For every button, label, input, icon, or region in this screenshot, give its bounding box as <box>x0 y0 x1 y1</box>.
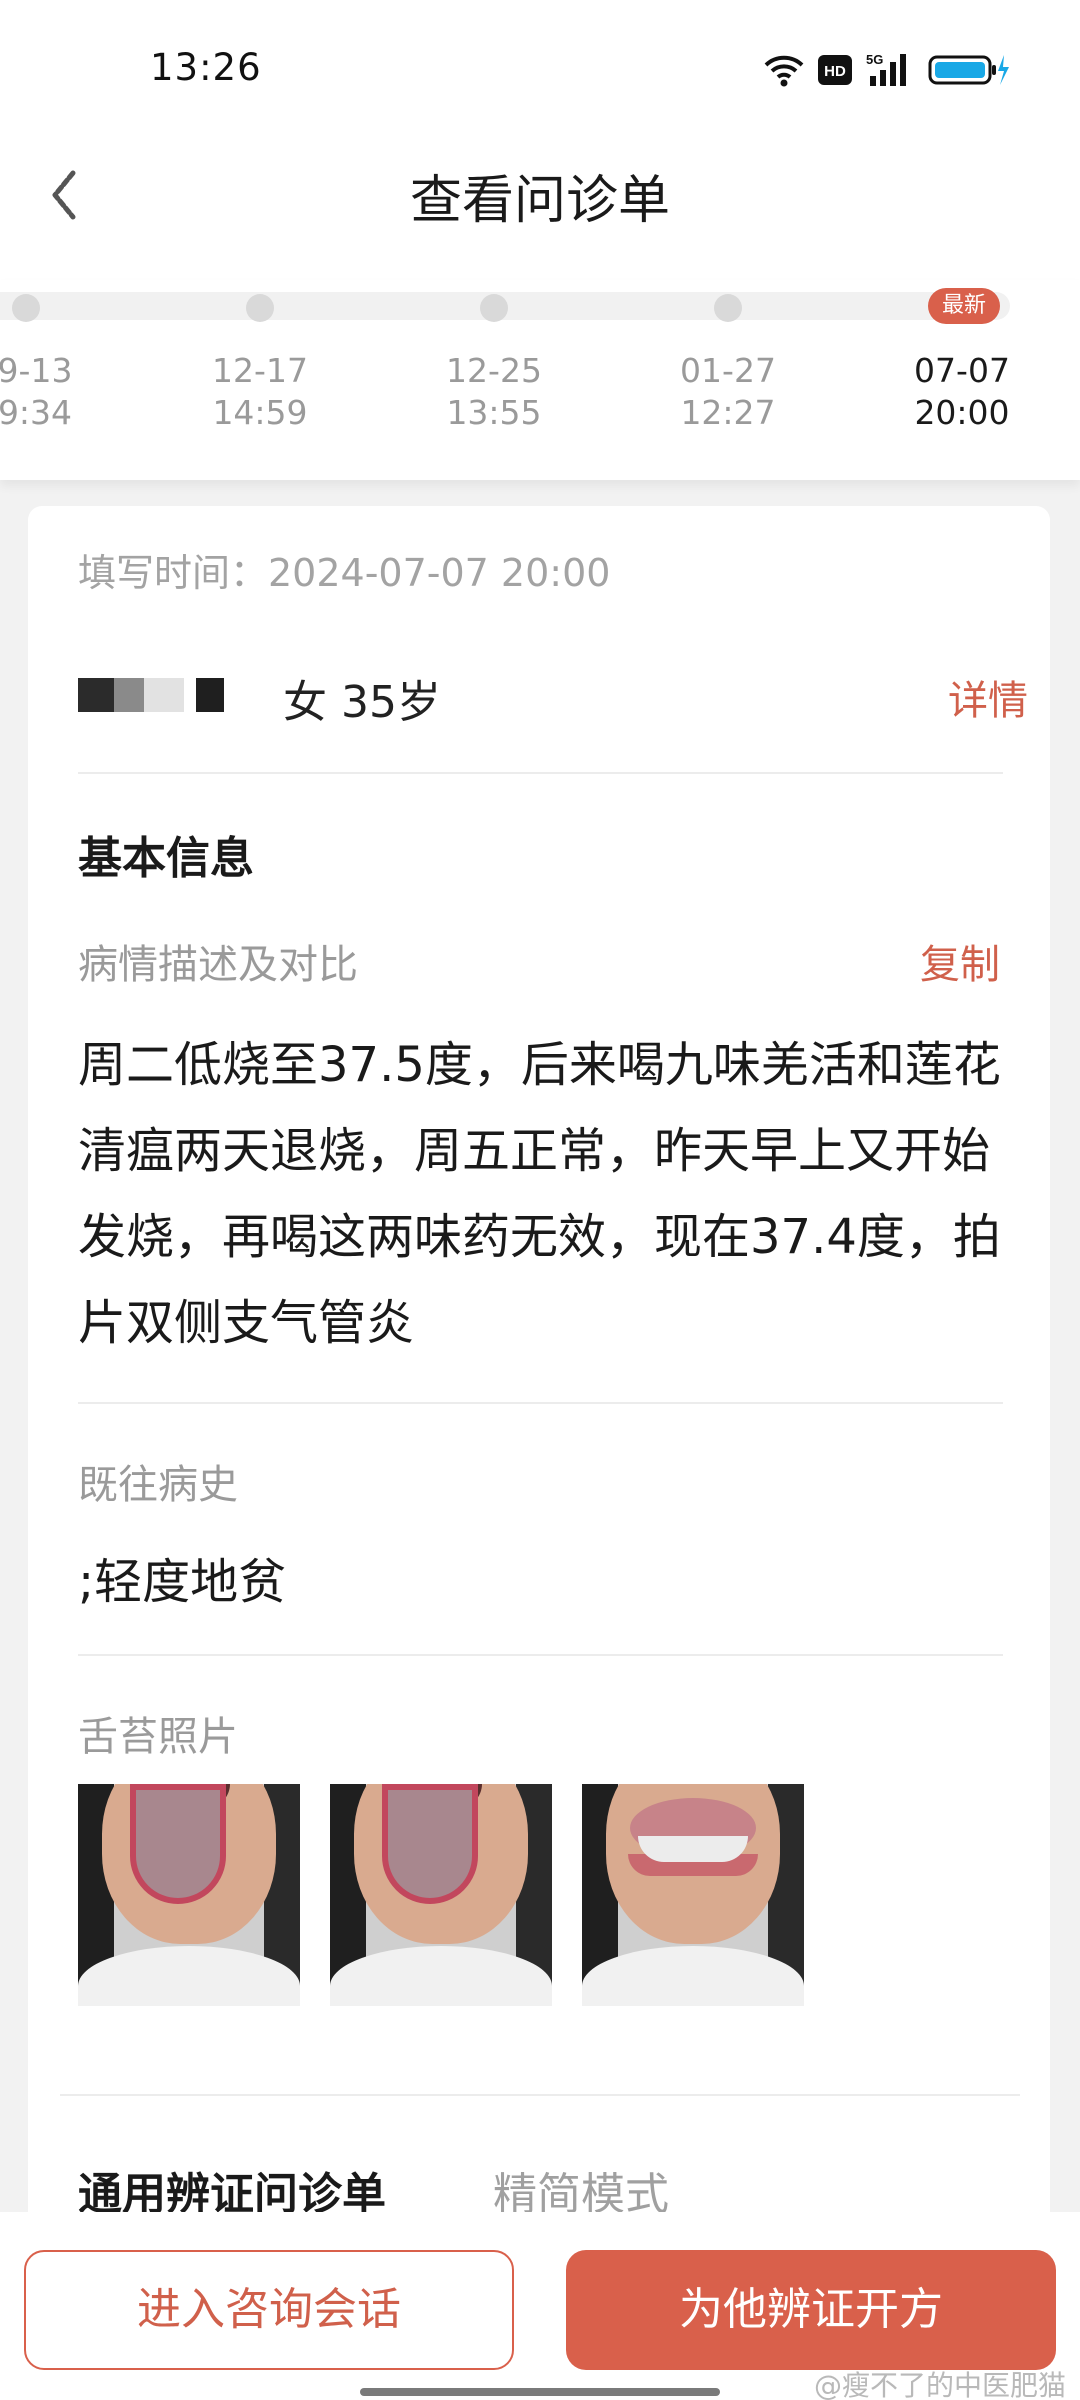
timeline-dot[interactable] <box>12 294 40 322</box>
home-indicator[interactable] <box>360 2388 720 2396</box>
enter-consultation-button[interactable]: 进入咨询会话 <box>24 2250 514 2370</box>
status-icons: HD 5G <box>764 52 1010 92</box>
bottom-action-bar: 进入咨询会话 为他辨证开方 @瘦不了的中医肥猫 <box>0 2212 1080 2400</box>
history-label: 既往病史 <box>78 1462 238 1508</box>
latest-badge[interactable]: 最新 <box>928 288 1001 324</box>
hd-icon: HD <box>818 55 852 89</box>
timeline-time: 13:55 <box>446 393 542 432</box>
tongue-photo-1[interactable] <box>78 1784 300 2006</box>
tongue-photos-label: 舌苔照片 <box>78 1714 238 1760</box>
patient-gender-age: 女 35岁 <box>283 677 441 728</box>
timeline-entry[interactable]: 12-25 13:55 <box>419 350 569 434</box>
description-label: 病情描述及对比 <box>78 942 358 988</box>
status-time: 13:26 <box>150 46 262 89</box>
signal-icon: 5G <box>866 52 914 92</box>
timeline-entry[interactable]: 01-27 12:27 <box>653 350 803 434</box>
history-text: ;轻度地贫 <box>78 1554 287 1610</box>
timeline-date: 12-25 <box>446 351 542 390</box>
record-timeline: 最新 9-13 9:34 12-17 14:59 12-25 13:55 01-… <box>0 280 1080 480</box>
timeline-date: 07-07 <box>914 351 1010 390</box>
weibo-watermark: @瘦不了的中医肥猫 <box>813 2369 1066 2400</box>
timeline-date: 01-27 <box>680 351 776 390</box>
copy-button[interactable]: 复制 <box>920 932 1000 990</box>
timeline-entry[interactable]: 12-17 14:59 <box>185 350 335 434</box>
timeline-date: 9-13 <box>0 351 73 390</box>
timeline-entry[interactable]: 9-13 9:34 <box>0 350 110 434</box>
tongue-photo-3[interactable] <box>582 1784 804 2006</box>
patient-row: 女 35岁 详情 <box>78 656 1028 736</box>
masked-patient-name <box>78 678 228 712</box>
patient-detail-link[interactable]: 详情 <box>948 668 1028 726</box>
description-text: 周二低烧至37.5度，后来喝九味羌活和莲花清瘟两天退烧，周五正常，昨天早上又开始… <box>78 1037 1001 1351</box>
status-bar: 13:26 HD 5G <box>0 0 1080 140</box>
timeline-time: 14:59 <box>212 393 308 432</box>
divider <box>78 772 1003 774</box>
page-title: 查看问诊单 <box>409 171 670 231</box>
timeline-time: 12:27 <box>680 393 776 432</box>
battery-icon <box>928 53 1010 91</box>
timeline-time: 9:34 <box>0 393 73 432</box>
timeline-entry-active[interactable]: 07-07 20:00 <box>887 350 1037 434</box>
consultation-card: 填写时间：2024-07-07 20:00 女 35岁 详情 基本信息 病情描述… <box>28 506 1050 2236</box>
hd-label: HD <box>824 63 846 80</box>
divider <box>78 1654 1003 1656</box>
tongue-photo-2[interactable] <box>330 1784 552 2006</box>
timeline-dot[interactable] <box>480 294 508 322</box>
fill-time: 填写时间：2024-07-07 20:00 <box>78 551 611 595</box>
prescribe-button[interactable]: 为他辨证开方 <box>566 2250 1056 2370</box>
divider <box>60 2094 1020 2096</box>
timeline-time: 20:00 <box>914 393 1010 432</box>
timeline-dot[interactable] <box>246 294 274 322</box>
basic-info-title: 基本信息 <box>78 833 254 884</box>
divider <box>78 1402 1003 1404</box>
wifi-icon <box>764 53 804 91</box>
network-label: 5G <box>866 52 883 67</box>
timeline-date: 12-17 <box>212 351 308 390</box>
header: 查看问诊单 <box>0 140 1080 280</box>
timeline-dot[interactable] <box>714 294 742 322</box>
